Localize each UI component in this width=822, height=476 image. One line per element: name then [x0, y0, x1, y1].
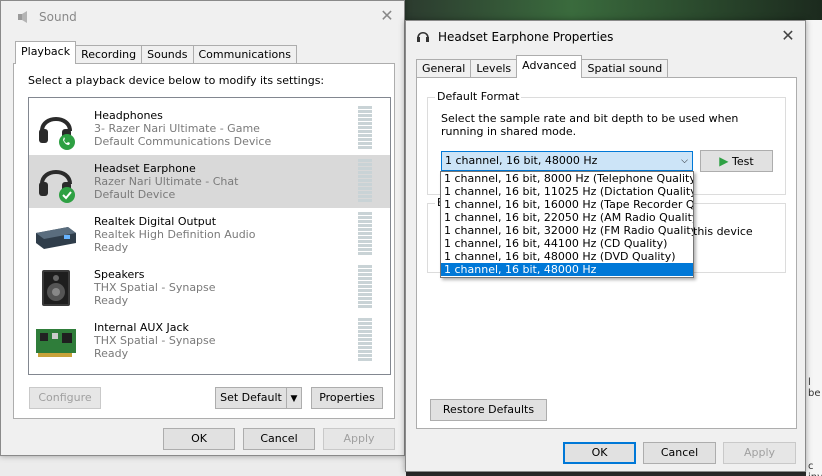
list-item[interactable]: Headphones 3- Razer Nari Ultimate - Game…: [29, 102, 390, 155]
instruction-text: Select a playback device below to modify…: [28, 74, 325, 87]
device-detail: Razer Nari Ultimate - Chat: [94, 175, 239, 188]
volume-meter: [358, 212, 372, 256]
tab-advanced[interactable]: Advanced: [516, 55, 583, 78]
cancel-button[interactable]: Cancel: [243, 428, 315, 450]
format-dropdown-list: 1 channel, 16 bit, 8000 Hz (Telephone Qu…: [440, 171, 694, 278]
volume-meter: [358, 265, 372, 309]
sound-window: Sound ✕ Playback Recording Sounds Commun…: [0, 0, 405, 456]
list-item[interactable]: Headset Earphone Razer Nari Ultimate - C…: [29, 155, 390, 208]
sound-tabs: Playback Recording Sounds Communications: [15, 41, 297, 64]
device-detail: 3- Razer Nari Ultimate - Game: [94, 122, 260, 135]
play-icon: ▶: [719, 154, 729, 168]
properties-window: Headset Earphone Properties ✕ General Le…: [405, 20, 806, 472]
sound-card-icon: [36, 329, 76, 357]
properties-tabs: General Levels Advanced Spatial sound: [416, 55, 669, 78]
background-window-bottom: [0, 456, 406, 476]
close-icon[interactable]: ✕: [779, 27, 797, 45]
window-title: Sound: [39, 10, 77, 24]
device-status: Ready: [94, 294, 129, 307]
tab-general[interactable]: General: [416, 59, 472, 78]
headset-default-icon: [39, 170, 75, 203]
device-detail: THX Spatial - Synapse: [94, 281, 216, 294]
set-default-dropdown[interactable]: ▼: [286, 387, 302, 409]
volume-meter: [358, 106, 372, 150]
device-name: Internal AUX Jack: [94, 321, 189, 334]
device-status: Default Device: [94, 188, 176, 201]
chevron-down-icon: ⌵: [681, 156, 688, 166]
test-button[interactable]: ▶ Test: [700, 150, 773, 172]
tab-sounds[interactable]: Sounds: [141, 45, 194, 64]
device-name: Speakers: [94, 268, 145, 281]
background-window-right: [806, 20, 822, 476]
volume-meter: [358, 159, 372, 203]
ok-button[interactable]: OK: [563, 442, 636, 464]
speaker-app-icon: [18, 11, 27, 23]
tab-communications[interactable]: Communications: [192, 45, 297, 64]
background-text: l be: [808, 377, 821, 399]
device-detail: THX Spatial - Synapse: [94, 334, 216, 347]
device-name: Headset Earphone: [94, 162, 196, 175]
format-option[interactable]: 1 channel, 16 bit, 16000 Hz (Tape Record…: [441, 198, 693, 211]
format-select[interactable]: 1 channel, 16 bit, 48000 Hz ⌵: [441, 151, 693, 171]
window-title: Headset Earphone Properties: [438, 30, 614, 44]
tab-playback[interactable]: Playback: [15, 41, 77, 64]
close-icon[interactable]: ✕: [378, 7, 396, 25]
properties-titlebar[interactable]: Headset Earphone Properties ✕: [406, 21, 805, 53]
digital-output-icon: [36, 227, 76, 249]
list-item[interactable]: Speakers THX Spatial - Synapse Ready: [29, 261, 390, 314]
desktop-background: [405, 0, 822, 20]
headset-phone-icon: [39, 117, 75, 150]
cancel-button[interactable]: Cancel: [643, 442, 716, 464]
group-title: Default Format: [435, 90, 522, 103]
device-detail: Realtek High Definition Audio: [94, 228, 256, 241]
device-status: Ready: [94, 347, 129, 360]
set-default-button[interactable]: Set Default: [215, 387, 287, 409]
playback-panel: Select a playback device below to modify…: [13, 63, 395, 419]
chevron-down-icon: ▼: [290, 394, 298, 404]
test-label: Test: [732, 155, 754, 168]
format-option[interactable]: 1 channel, 16 bit, 8000 Hz (Telephone Qu…: [441, 172, 693, 185]
tab-levels[interactable]: Levels: [470, 59, 518, 78]
format-option[interactable]: 1 channel, 16 bit, 11025 Hz (Dictation Q…: [441, 185, 693, 198]
device-status: Default Communications Device: [94, 135, 272, 148]
list-item[interactable]: Internal AUX Jack THX Spatial - Synapse …: [29, 314, 390, 367]
format-option[interactable]: 1 channel, 16 bit, 48000 Hz (DVD Quality…: [441, 250, 693, 263]
background-text: c inv: [808, 461, 822, 476]
tab-spatial-sound[interactable]: Spatial sound: [581, 59, 669, 78]
headset-app-icon: [417, 31, 429, 42]
tab-recording[interactable]: Recording: [75, 45, 143, 64]
speaker-icon: [42, 270, 70, 306]
device-list: Headphones 3- Razer Nari Ultimate - Game…: [28, 97, 391, 375]
sound-titlebar[interactable]: Sound ✕: [1, 1, 404, 33]
device-status: Ready: [94, 241, 129, 254]
format-option[interactable]: 1 channel, 16 bit, 44100 Hz (CD Quality): [441, 237, 693, 250]
selected-format: 1 channel, 16 bit, 48000 Hz: [445, 154, 598, 167]
exclusive-option-text: this device: [693, 225, 753, 238]
apply-button[interactable]: Apply: [723, 442, 796, 464]
apply-button[interactable]: Apply: [323, 428, 395, 450]
format-option[interactable]: 1 channel, 16 bit, 32000 Hz (FM Radio Qu…: [441, 224, 693, 237]
format-description: Select the sample rate and bit depth to …: [441, 112, 739, 138]
device-name: Headphones: [94, 109, 163, 122]
format-option[interactable]: 1 channel, 16 bit, 22050 Hz (AM Radio Qu…: [441, 211, 693, 224]
configure-button[interactable]: Configure: [29, 387, 101, 409]
list-item[interactable]: Realtek Digital Output Realtek High Defi…: [29, 208, 390, 261]
properties-button[interactable]: Properties: [311, 387, 383, 409]
ok-button[interactable]: OK: [163, 428, 235, 450]
format-option-selected[interactable]: 1 channel, 16 bit, 48000 Hz: [441, 263, 693, 276]
volume-meter: [358, 318, 372, 362]
restore-defaults-button[interactable]: Restore Defaults: [430, 399, 547, 421]
device-name: Realtek Digital Output: [94, 215, 217, 228]
